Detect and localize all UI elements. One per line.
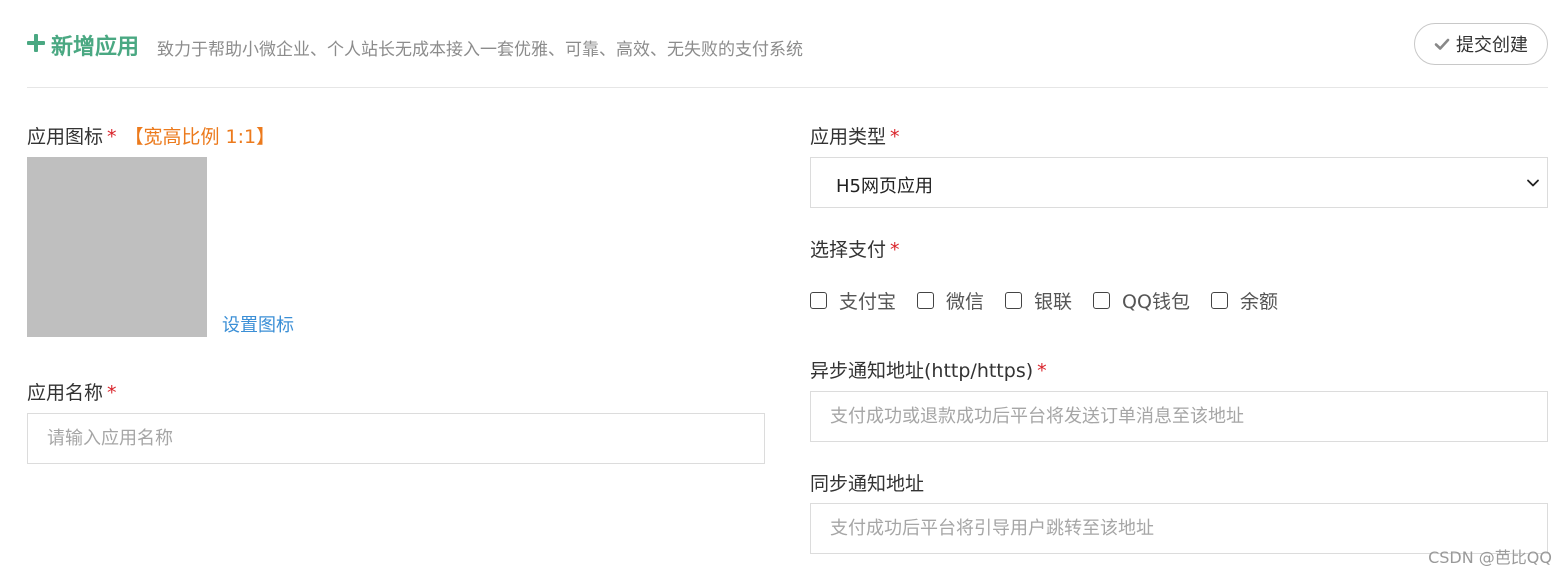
sync-notify-label: 同步通知地址: [810, 469, 924, 496]
required-mark: *: [1037, 360, 1047, 382]
submit-create-label: 提交创建: [1456, 35, 1528, 56]
page-header: 新增应用 致力于帮助小微企业、个人站长无成本接入一套优雅、可靠、高效、无失败的支…: [27, 23, 1548, 88]
payment-option-alipay[interactable]: 支付宝: [810, 287, 896, 314]
app-icon-label: 应用图标 * 【宽高比例 1:1】: [27, 122, 275, 149]
payment-option-label: 微信: [946, 290, 985, 313]
payment-option-label: QQ钱包: [1122, 290, 1190, 313]
checkbox[interactable]: [917, 291, 935, 309]
chevron-down-icon: [1527, 179, 1539, 187]
app-name-input[interactable]: [27, 413, 765, 464]
plus-icon: [27, 34, 45, 52]
required-mark: *: [890, 239, 900, 261]
app-type-label-text: 应用类型: [810, 126, 887, 148]
app-name-label-text: 应用名称: [27, 382, 104, 404]
payment-options: 支付宝 微信 银联 QQ钱包 余额: [810, 287, 1299, 313]
app-type-selected-value: H5网页应用: [836, 176, 933, 197]
watermark: CSDN @芭比QQ: [1428, 548, 1552, 567]
app-icon-label-text: 应用图标: [27, 126, 104, 148]
required-mark: *: [107, 382, 117, 404]
checkbox[interactable]: [810, 291, 827, 309]
page: 新增应用 致力于帮助小微企业、个人站长无成本接入一套优雅、可靠、高效、无失败的支…: [0, 0, 1566, 575]
payment-option-balance[interactable]: 余额: [1210, 287, 1278, 314]
checkbox[interactable]: [1093, 291, 1111, 309]
ratio-hint: 【宽高比例 1:1】: [124, 126, 276, 148]
payment-option-unionpay[interactable]: 银联: [1005, 287, 1072, 314]
async-notify-input[interactable]: [810, 391, 1548, 442]
payment-option-label: 支付宝: [839, 290, 897, 313]
payment-option-label: 银联: [1034, 290, 1073, 313]
required-mark: *: [890, 126, 900, 148]
page-subtitle: 致力于帮助小微企业、个人站长无成本接入一套优雅、可靠、高效、无失败的支付系统: [157, 40, 803, 60]
checkbox[interactable]: [1210, 291, 1228, 309]
app-type-label: 应用类型 *: [810, 122, 900, 149]
set-icon-link[interactable]: 设置图标: [222, 311, 294, 337]
payment-option-qqwallet[interactable]: QQ钱包: [1093, 287, 1190, 314]
async-notify-label-text: 异步通知地址(http/https): [810, 360, 1034, 382]
submit-create-button[interactable]: 提交创建: [1414, 23, 1548, 65]
checkbox[interactable]: [1005, 291, 1023, 309]
app-icon-preview[interactable]: [27, 157, 207, 337]
page-title: 新增应用: [51, 35, 140, 60]
payment-label-text: 选择支付: [810, 239, 887, 261]
app-name-label: 应用名称 *: [27, 378, 117, 405]
payment-option-wechat[interactable]: 微信: [917, 287, 984, 314]
payment-label: 选择支付 *: [810, 235, 900, 262]
sync-notify-label-text: 同步通知地址: [810, 473, 925, 495]
app-type-select[interactable]: H5网页应用: [810, 157, 1548, 208]
required-mark: *: [107, 126, 117, 148]
check-icon: [1434, 38, 1450, 50]
async-notify-label: 异步通知地址(http/https) *: [810, 356, 1047, 383]
payment-option-label: 余额: [1239, 290, 1278, 313]
